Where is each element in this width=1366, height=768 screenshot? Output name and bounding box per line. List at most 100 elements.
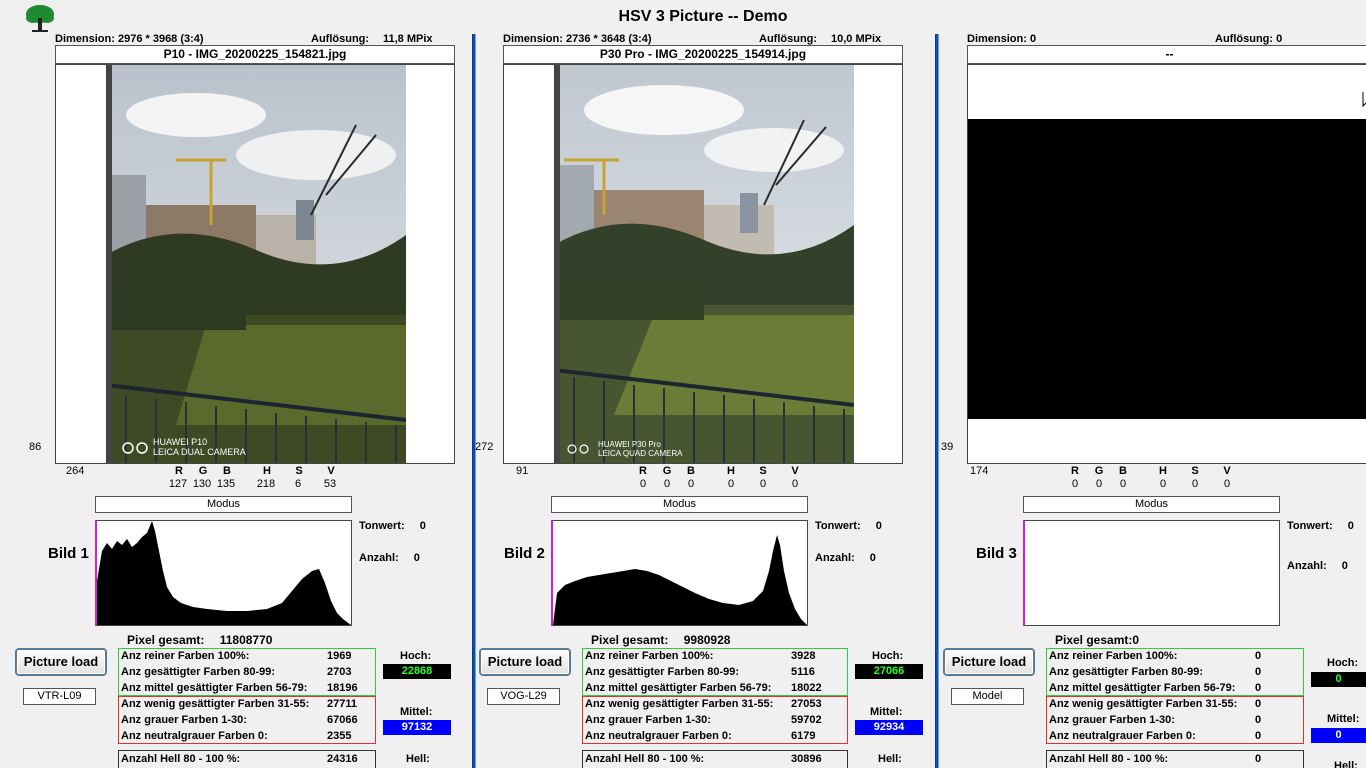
filename-field: P10 - IMG_20200225_154821.jpg [55, 45, 455, 64]
r-label: R [175, 465, 183, 477]
modus-selector[interactable]: Modus [1023, 496, 1280, 513]
s-label: S [1191, 465, 1199, 477]
watermark-line: LEICA DUAL CAMERA [153, 447, 246, 457]
brightness-group: Anzahl Hell 80 - 100 %: 0 [1046, 750, 1304, 768]
saturation-high-group: Anz reiner Farben 100%: 1969 Anz gesätti… [118, 648, 376, 696]
picture-load-button[interactable]: Picture load [16, 649, 106, 675]
histogram[interactable] [95, 520, 352, 626]
hoch-value: 22868 [383, 664, 451, 679]
row-label: Anz wenig gesättigter Farben 31-55: [1049, 698, 1238, 710]
row-value: 27711 [327, 698, 357, 710]
hoch-value: 0 [1311, 672, 1366, 687]
v-label: V [1223, 465, 1231, 477]
saturation-high-group: Anz reiner Farben 100%: 3928 Anz gesätti… [582, 648, 848, 696]
pixel-gesamt-value: 0 [1132, 633, 1140, 647]
saturation-low-group: Anz wenig gesättigter Farben 31-55: 0 An… [1046, 696, 1304, 744]
anzahl-label: Anzahl: [1287, 560, 1327, 572]
histogram-plot [97, 521, 351, 625]
pixel-gesamt-value: 11808770 [219, 633, 273, 647]
anzahl-value: 0 [1341, 560, 1348, 572]
row-label: Anz neutralgrauer Farben 0: [121, 730, 268, 742]
h-value: 0 [1159, 478, 1167, 490]
picture-load-button[interactable]: Picture load [480, 649, 570, 675]
b-label: B [1119, 465, 1127, 477]
r-value: 127 [168, 478, 188, 490]
aufloesung-label: Auflösung: [1215, 33, 1274, 45]
row-value: 1969 [327, 650, 352, 662]
row-label: Anzahl Hell 80 - 100 %: [585, 753, 705, 765]
saturation-high-group: Anz reiner Farben 100%: 0 Anz gesättigte… [1046, 648, 1304, 696]
histogram[interactable] [1023, 520, 1280, 626]
cursor-icon [1362, 91, 1366, 109]
mittel-value: 0 [1311, 728, 1366, 743]
tonwert-label: Tonwert: [359, 520, 405, 532]
h-label: H [727, 465, 735, 477]
row-value: 2355 [327, 730, 352, 742]
row-value: 0 [1255, 650, 1262, 662]
anzahl-label: Anzahl: [359, 552, 399, 564]
dimension-label: Dimension: [503, 33, 563, 45]
s-value: 6 [294, 478, 302, 490]
pixel-gesamt-label: Pixel gesamt: [591, 633, 669, 647]
modus-selector[interactable]: Modus [95, 496, 352, 513]
aufloesung-label: Auflösung: [759, 33, 818, 45]
saturation-low-group: Anz wenig gesättigter Farben 31-55: 2705… [582, 696, 848, 744]
bild-label: Bild 1 [48, 545, 89, 562]
histogram[interactable] [551, 520, 808, 626]
anzahl-value: 0 [869, 552, 876, 564]
v-value: 0 [791, 478, 799, 490]
dimension-label: Dimension: [55, 33, 115, 45]
hoch-label: Hoch: [872, 650, 904, 662]
row-value: 18022 [791, 682, 822, 694]
b-value: 135 [216, 478, 236, 490]
anzahl-label: Anzahl: [815, 552, 855, 564]
mittel-value: 97132 [383, 720, 451, 735]
app-title: HSV 3 Picture -- Demo [618, 8, 788, 25]
picture-box[interactable]: HUAWEI P30 Pro LEICA QUAD CAMERA [503, 64, 903, 464]
row-label: Anz wenig gesättigter Farben 31-55: [121, 698, 310, 710]
tonwert-label: Tonwert: [1287, 520, 1333, 532]
row-label: Anz grauer Farben 1-30: [585, 714, 711, 726]
b-label: B [687, 465, 695, 477]
s-label: S [295, 465, 303, 477]
row-value: 18196 [327, 682, 358, 694]
hoch-label: Hoch: [1327, 657, 1359, 669]
row-value: 5116 [791, 666, 815, 678]
v-label: V [327, 465, 335, 477]
model-field: VTR-L09 [23, 688, 96, 705]
row-label: Anzahl Hell 80 - 100 %: [1049, 753, 1169, 765]
g-value: 130 [192, 478, 212, 490]
mittel-label: Mittel: [400, 706, 433, 718]
row-label: Anz mittel gesättigter Farben 56-79: [121, 682, 308, 694]
hell-label: Hell: [878, 753, 902, 765]
r-label: R [1071, 465, 1079, 477]
row-label: Anz reiner Farben 100%: [121, 650, 250, 662]
row-value: 3928 [791, 650, 816, 662]
row-label: Anz reiner Farben 100%: [1049, 650, 1178, 662]
b-label: B [223, 465, 231, 477]
row-label: Anzahl Hell 80 - 100 %: [121, 753, 241, 765]
h-label: H [263, 465, 271, 477]
picture-box[interactable]: HUAWEI P10 LEICA DUAL CAMERA [55, 64, 455, 464]
dimension-label: Dimension: [967, 33, 1027, 45]
side-number: 272 [475, 441, 494, 453]
aufloesung-value: 11,8 MPix [383, 33, 433, 45]
aufloesung-value: 0 [1276, 33, 1283, 45]
picture-load-button[interactable]: Picture load [944, 649, 1034, 675]
row-label: Anz grauer Farben 1-30: [1049, 714, 1175, 726]
mittel-label: Mittel: [870, 706, 903, 718]
row-value: 0 [1255, 714, 1262, 726]
row-value: 0 [1255, 698, 1262, 710]
tonwert-value: 0 [419, 520, 426, 532]
photo-image [56, 65, 454, 463]
brightness-group: Anzahl Hell 80 - 100 %: 30896 [582, 750, 848, 768]
picture-box[interactable] [967, 64, 1366, 464]
row-value: 30896 [791, 753, 822, 765]
row-label: Anz gesättigter Farben 80-99: [121, 666, 276, 678]
row-value: 27053 [791, 698, 822, 710]
modus-selector[interactable]: Modus [551, 496, 808, 513]
watermark-line: HUAWEI P30 Pro [598, 440, 661, 449]
row-value: 2703 [327, 666, 352, 678]
panel-divider [472, 34, 476, 768]
r-value: 0 [1071, 478, 1079, 490]
